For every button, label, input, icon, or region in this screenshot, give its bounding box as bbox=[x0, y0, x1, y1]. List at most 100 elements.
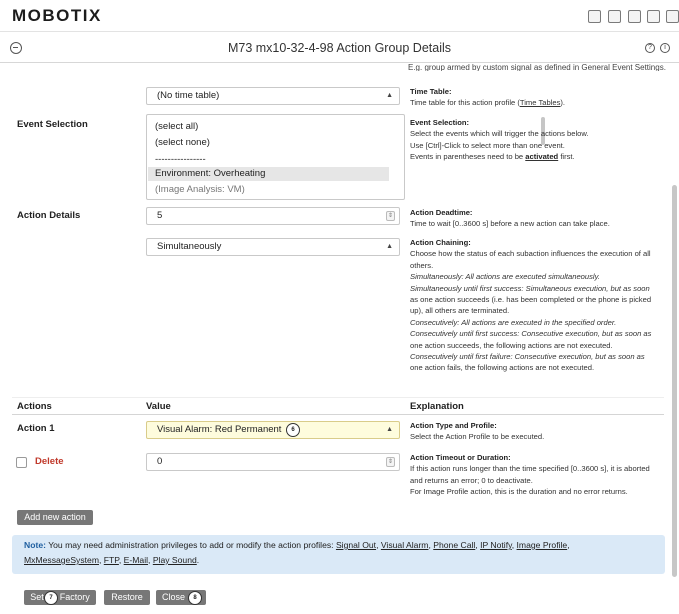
event-expl-line: Use [Ctrl]-Click to select more than one… bbox=[410, 140, 565, 150]
chaining-line: up), all others are terminated. bbox=[410, 306, 510, 316]
list-item[interactable]: (Image Analysis: VM) bbox=[155, 184, 245, 195]
chaining-explanation: Action Chaining: Choose how the status o… bbox=[410, 237, 651, 374]
timeout-value: 0 bbox=[157, 456, 163, 467]
event-expl-end: first. bbox=[558, 152, 575, 162]
top-bar: MOBOTIX bbox=[0, 0, 679, 32]
chaining-line: Consecutively: All actions are executed … bbox=[410, 317, 617, 327]
grid-icon[interactable] bbox=[588, 10, 601, 23]
deadtime-input[interactable]: 5 ⇕ bbox=[146, 207, 400, 225]
set-factory-button[interactable]: Set Factory bbox=[24, 590, 96, 605]
close-window-icon[interactable] bbox=[666, 10, 679, 23]
callout-badge: 8 bbox=[188, 591, 202, 605]
play-sound-link[interactable]: Play Sound bbox=[153, 555, 197, 565]
deadtime-expl-text: Time to wait [0..3600 s] before a new ac… bbox=[410, 219, 610, 229]
list-item[interactable]: (select none) bbox=[155, 137, 210, 148]
action-profile-value: Visual Alarm: Red Permanent bbox=[157, 424, 282, 435]
value-column-header: Value bbox=[146, 401, 171, 412]
factory-label[interactable]: Factory bbox=[60, 592, 90, 602]
chaining-select[interactable]: Simultaneously ▲ bbox=[146, 238, 400, 256]
action-type-expl-text: Select the Action Profile to be executed… bbox=[410, 432, 545, 442]
event-expl-line: Events in parentheses need to be bbox=[410, 152, 526, 162]
chaining-line: Choose how the status of each subaction … bbox=[410, 249, 651, 259]
deadtime-explanation: Action Deadtime: Time to wait [0..3600 s… bbox=[410, 207, 610, 230]
action-details-label: Action Details bbox=[17, 210, 81, 221]
chaining-line: others. bbox=[410, 260, 434, 270]
info-icon[interactable]: i bbox=[660, 43, 670, 53]
timeout-expl-title: Action Timeout or Duration: bbox=[410, 453, 511, 462]
event-expl-title: Event Selection: bbox=[410, 118, 470, 127]
mxmessagesystem-link[interactable]: MxMessageSystem bbox=[24, 555, 99, 565]
deadtime-expl-title: Action Deadtime: bbox=[410, 208, 473, 217]
time-table-expl-title: Time Table: bbox=[410, 87, 452, 96]
external-link-icon[interactable] bbox=[628, 10, 641, 23]
time-table-explanation: Time Table: Time table for this action p… bbox=[410, 86, 565, 109]
action-profile-select[interactable]: Visual Alarm: Red Permanent ▲ bbox=[146, 421, 400, 439]
event-selection-list[interactable]: (select all) (select none) -------------… bbox=[146, 114, 545, 200]
divider bbox=[12, 397, 664, 398]
action-type-expl-title: Action Type and Profile: bbox=[410, 421, 497, 430]
activated-link[interactable]: activated bbox=[525, 152, 558, 161]
callout-badge: 7 bbox=[44, 591, 58, 605]
add-new-action-button[interactable]: Add new action bbox=[17, 510, 93, 525]
partial-explanation: E.g. group armed by custom signal as def… bbox=[408, 63, 666, 71]
chaining-value: Simultaneously bbox=[157, 241, 222, 252]
restore-button[interactable]: Restore bbox=[104, 590, 150, 605]
select-arrows-icon: ▲ bbox=[386, 92, 393, 99]
chaining-line: one action succeeds, the following actio… bbox=[410, 340, 613, 350]
event-expl-line: Select the events which will trigger the… bbox=[410, 129, 589, 139]
event-selection-explanation: Event Selection: Select the events which… bbox=[410, 117, 589, 163]
list-item[interactable]: (select all) bbox=[155, 121, 198, 132]
delete-label[interactable]: Delete bbox=[35, 456, 64, 467]
callout-badge: 6 bbox=[286, 423, 300, 437]
spinner-icon[interactable]: ⇕ bbox=[386, 211, 395, 221]
explanation-column-header: Explanation bbox=[410, 401, 464, 412]
action-type-explanation: Action Type and Profile: Select the Acti… bbox=[410, 420, 544, 443]
note-box: Note: You may need administration privil… bbox=[12, 535, 665, 574]
help-icon[interactable]: ? bbox=[645, 43, 655, 53]
signal-out-link[interactable]: Signal Out bbox=[336, 540, 376, 550]
ip-notify-link[interactable]: IP Notify bbox=[480, 540, 512, 550]
chaining-line: as one action succeeds (i.e. has been co… bbox=[410, 295, 652, 305]
timeout-input[interactable]: 0 ⇕ bbox=[146, 453, 400, 471]
timeout-explanation: Action Timeout or Duration: If this acti… bbox=[410, 452, 650, 498]
chaining-line: Consecutively until first success: Conse… bbox=[410, 329, 652, 339]
window-icon[interactable] bbox=[608, 10, 621, 23]
ftp-link[interactable]: FTP bbox=[104, 555, 119, 565]
email-link[interactable]: E-Mail bbox=[124, 555, 148, 565]
time-table-value: (No time table) bbox=[157, 90, 220, 101]
chaining-line: Simultaneously: All actions are executed… bbox=[410, 272, 600, 282]
time-table-expl-text: Time table for this action profile ( bbox=[410, 98, 520, 108]
time-tables-link[interactable]: Time Tables bbox=[520, 98, 561, 107]
spinner-icon[interactable]: ⇕ bbox=[386, 457, 395, 467]
timeout-line: For Image Profile action, this is the du… bbox=[410, 487, 628, 497]
mobotix-logo: MOBOTIX bbox=[12, 6, 102, 25]
note-text: You may need administration privileges t… bbox=[45, 540, 336, 550]
time-table-expl-end: ). bbox=[560, 98, 566, 108]
visual-alarm-link[interactable]: Visual Alarm bbox=[381, 540, 429, 550]
chaining-line: Consecutively until first failure: Conse… bbox=[410, 352, 645, 362]
note-prefix: Note: bbox=[24, 540, 46, 550]
chevron-down-icon[interactable] bbox=[647, 10, 660, 23]
chaining-line: Simultaneously until first success: Simu… bbox=[410, 283, 650, 293]
delete-checkbox[interactable] bbox=[16, 457, 27, 468]
chaining-line: one action fails, the following actions … bbox=[410, 363, 595, 373]
phone-call-link[interactable]: Phone Call bbox=[433, 540, 475, 550]
divider bbox=[12, 414, 664, 415]
timeout-line: If this action runs longer than the time… bbox=[410, 464, 650, 474]
event-selection-label: Event Selection bbox=[17, 119, 88, 130]
page-scrollbar[interactable] bbox=[672, 185, 677, 577]
list-item[interactable]: ---------------- bbox=[155, 154, 206, 165]
action-1-label: Action 1 bbox=[17, 423, 55, 434]
image-profile-link[interactable]: Image Profile bbox=[517, 540, 568, 550]
page-header: M73 mx10-32-4-98 Action Group Details ? … bbox=[0, 33, 679, 63]
set-label[interactable]: Set bbox=[30, 592, 44, 602]
chaining-expl-title: Action Chaining: bbox=[410, 238, 471, 247]
list-item-selected[interactable]: Environment: Overheating bbox=[148, 167, 389, 181]
select-arrows-icon: ▲ bbox=[386, 243, 393, 250]
actions-column-header: Actions bbox=[17, 401, 52, 412]
time-table-select[interactable]: (No time table) ▲ bbox=[146, 87, 400, 105]
deadtime-value: 5 bbox=[157, 210, 163, 221]
select-arrows-icon: ▲ bbox=[386, 426, 393, 433]
page-title: M73 mx10-32-4-98 Action Group Details bbox=[227, 41, 452, 55]
timeout-line: and returns an error; 0 to deactivate. bbox=[410, 475, 533, 485]
